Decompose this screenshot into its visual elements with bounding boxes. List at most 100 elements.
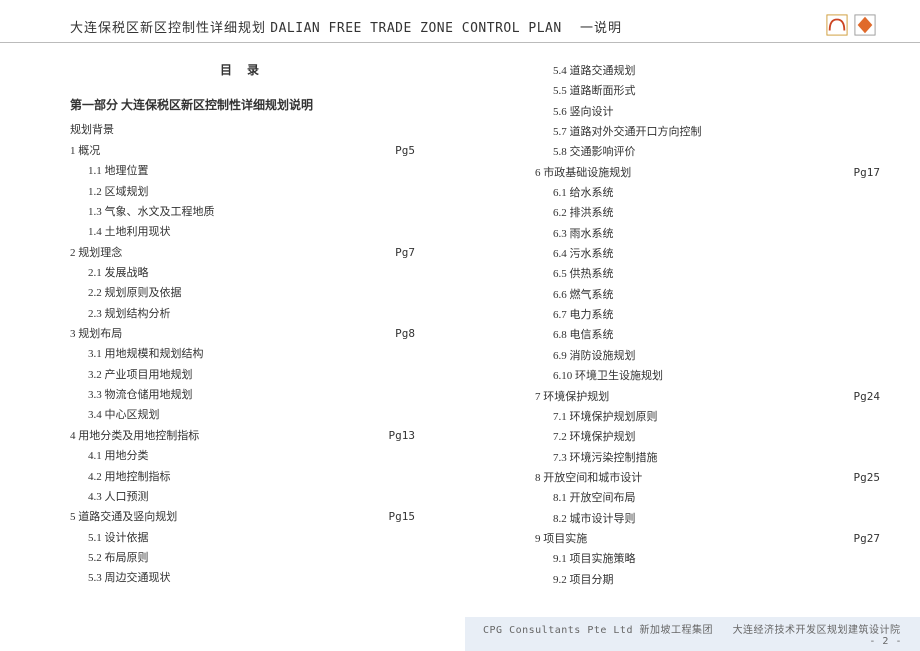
toc-subitem-label: 6.4 污水系统 — [553, 244, 614, 264]
toc-page-ref: Pg17 — [854, 163, 881, 183]
toc-left-column: 目 录 第一部分 大连保税区新区控制性详细规划说明 规划背景 1 概况 Pg5 … — [70, 61, 475, 590]
footer-org2: 大连经济技术开发区规划建筑设计院 — [733, 625, 901, 636]
doc-header: 大连保税区新区控制性详细规划 DALIAN FREE TRADE ZONE CO… — [0, 0, 920, 43]
header-logos — [826, 14, 880, 36]
toc-subitem-label: 5.8 交通影响评价 — [553, 142, 636, 162]
toc-subitem-label: 6.6 燃气系统 — [553, 285, 614, 305]
toc-subitem-label: 5.2 布局原则 — [88, 548, 149, 568]
toc-page-ref: Pg15 — [389, 507, 416, 527]
toc-subitem: 3.2 产业项目用地规划 — [70, 365, 415, 385]
toc-subitem-label: 6.1 给水系统 — [553, 183, 614, 203]
toc-subitem-label: 2.3 规划结构分析 — [88, 304, 171, 324]
toc-subitem: 6.8 电信系统 — [535, 325, 880, 345]
toc-section: 6 市政基础设施规划 Pg17 — [535, 163, 880, 183]
toc-subitem: 5.6 竖向设计 — [535, 102, 880, 122]
footer-page: - 2 - — [869, 636, 902, 647]
toc-subitem: 6.3 雨水系统 — [535, 224, 880, 244]
toc-subitem-label: 6.8 电信系统 — [553, 325, 614, 345]
toc-section-label: 3 规划布局 — [70, 324, 122, 344]
toc-section: 4 用地分类及用地控制指标 Pg13 — [70, 426, 415, 446]
toc-subitem-label: 5.7 道路对外交通开口方向控制 — [553, 122, 702, 142]
toc-page-ref: Pg5 — [395, 141, 415, 161]
toc-section: 7 环境保护规划 Pg24 — [535, 387, 880, 407]
toc-subitem: 4.3 人口预测 — [70, 487, 415, 507]
toc-section: 2 规划理念 Pg7 — [70, 243, 415, 263]
toc-subitem: 6.7 电力系统 — [535, 305, 880, 325]
toc-section-label: 7 环境保护规划 — [535, 387, 609, 407]
toc-page-ref: Pg24 — [854, 387, 881, 407]
toc-subitem-label: 9.2 项目分期 — [553, 570, 614, 590]
toc-subitem: 6.1 给水系统 — [535, 183, 880, 203]
toc-section-label: 9 项目实施 — [535, 529, 587, 549]
toc-section: 3 规划布局 Pg8 — [70, 324, 415, 344]
toc-subitem-label: 2.1 发展战略 — [88, 263, 149, 283]
toc-subitem-label: 2.2 规划原则及依据 — [88, 283, 182, 303]
toc-subitem: 5.2 布局原则 — [70, 548, 415, 568]
toc-subitem: 5.1 设计依据 — [70, 528, 415, 548]
toc-subitem-label: 7.2 环境保护规划 — [553, 427, 636, 447]
toc-subitem: 5.4 道路交通规划 — [535, 61, 880, 81]
toc-subitem-label: 6.7 电力系统 — [553, 305, 614, 325]
toc-right-column: 5.4 道路交通规划 5.5 道路断面形式 5.6 竖向设计 5.7 道路对外交… — [475, 61, 880, 590]
toc-content: 目 录 第一部分 大连保税区新区控制性详细规划说明 规划背景 1 概况 Pg5 … — [0, 43, 920, 590]
toc-subitem-label: 7.1 环境保护规划原则 — [553, 407, 658, 427]
toc-section: 5 道路交通及竖向规划 Pg15 — [70, 507, 415, 527]
toc-subitem-label: 4.3 人口预测 — [88, 487, 149, 507]
toc-subitem: 5.5 道路断面形式 — [535, 81, 880, 101]
toc-subitem-label: 6.2 排洪系统 — [553, 203, 614, 223]
toc-subitem: 1.1 地理位置 — [70, 161, 415, 181]
toc-subitem-label: 3.3 物流仓储用地规划 — [88, 385, 193, 405]
cpg-logo-icon — [826, 14, 848, 36]
toc-page-ref: Pg27 — [854, 529, 881, 549]
toc-subitem: 7.1 环境保护规划原则 — [535, 407, 880, 427]
toc-section-label: 5 道路交通及竖向规划 — [70, 507, 177, 527]
toc-subitem: 4.1 用地分类 — [70, 446, 415, 466]
toc-subitem-label: 6.10 环境卫生设施规划 — [553, 366, 663, 386]
toc-subitem-label: 5.4 道路交通规划 — [553, 61, 636, 81]
toc-section-label: 4 用地分类及用地控制指标 — [70, 426, 199, 446]
toc-subitem-label: 3.2 产业项目用地规划 — [88, 365, 193, 385]
toc-subitem: 8.1 开放空间布局 — [535, 488, 880, 508]
partner-logo-icon — [854, 14, 876, 36]
toc-subitem: 1.4 土地利用现状 — [70, 222, 415, 242]
toc-subitem: 3.4 中心区规划 — [70, 405, 415, 425]
toc-subitem: 9.1 项目实施策略 — [535, 549, 880, 569]
toc-section-label: 6 市政基础设施规划 — [535, 163, 631, 183]
toc-page-ref: Pg8 — [395, 324, 415, 344]
toc-subitem-label: 3.4 中心区规划 — [88, 405, 160, 425]
header-title-tag: 一说明 — [580, 20, 622, 35]
background-label: 规划背景 — [70, 121, 415, 137]
toc-section-label: 2 规划理念 — [70, 243, 122, 263]
toc-subitem: 5.7 道路对外交通开口方向控制 — [535, 122, 880, 142]
toc-subitem-label: 3.1 用地规模和规划结构 — [88, 344, 204, 364]
toc-subitem: 6.6 燃气系统 — [535, 285, 880, 305]
toc-subitem-label: 4.2 用地控制指标 — [88, 467, 171, 487]
header-title: 大连保税区新区控制性详细规划 DALIAN FREE TRADE ZONE CO… — [70, 17, 622, 36]
toc-subitem-label: 8.2 城市设计导则 — [553, 509, 636, 529]
toc-subitem-label: 6.5 供热系统 — [553, 264, 614, 284]
toc-subitem: 6.10 环境卫生设施规划 — [535, 366, 880, 386]
toc-subitem-label: 8.1 开放空间布局 — [553, 488, 636, 508]
toc-section: 1 概况 Pg5 — [70, 141, 415, 161]
header-title-en: DALIAN FREE TRADE ZONE CONTROL PLAN — [270, 21, 561, 36]
toc-section: 8 开放空间和城市设计 Pg25 — [535, 468, 880, 488]
toc-section-label: 1 概况 — [70, 141, 100, 161]
toc-subitem: 8.2 城市设计导则 — [535, 509, 880, 529]
toc-heading: 目 录 — [70, 61, 415, 78]
toc-subitem-label: 9.1 项目实施策略 — [553, 549, 636, 569]
toc-subitem: 5.8 交通影响评价 — [535, 142, 880, 162]
toc-subitem-label: 1.3 气象、水文及工程地质 — [88, 202, 215, 222]
toc-subitem: 4.2 用地控制指标 — [70, 467, 415, 487]
toc-subitem: 3.1 用地规模和规划结构 — [70, 344, 415, 364]
toc-subitem: 1.2 区域规划 — [70, 182, 415, 202]
toc-subitem-label: 5.1 设计依据 — [88, 528, 149, 548]
toc-subitem-label: 6.9 消防设施规划 — [553, 346, 636, 366]
toc-subitem: 2.2 规划原则及依据 — [70, 283, 415, 303]
toc-subitem: 6.4 污水系统 — [535, 244, 880, 264]
toc-section: 9 项目实施 Pg27 — [535, 529, 880, 549]
toc-subitem-label: 5.6 竖向设计 — [553, 102, 614, 122]
toc-subitem: 6.2 排洪系统 — [535, 203, 880, 223]
header-title-cn: 大连保税区新区控制性详细规划 — [70, 20, 266, 35]
toc-subitem: 2.1 发展战略 — [70, 263, 415, 283]
toc-subitem: 7.3 环境污染控制措施 — [535, 448, 880, 468]
